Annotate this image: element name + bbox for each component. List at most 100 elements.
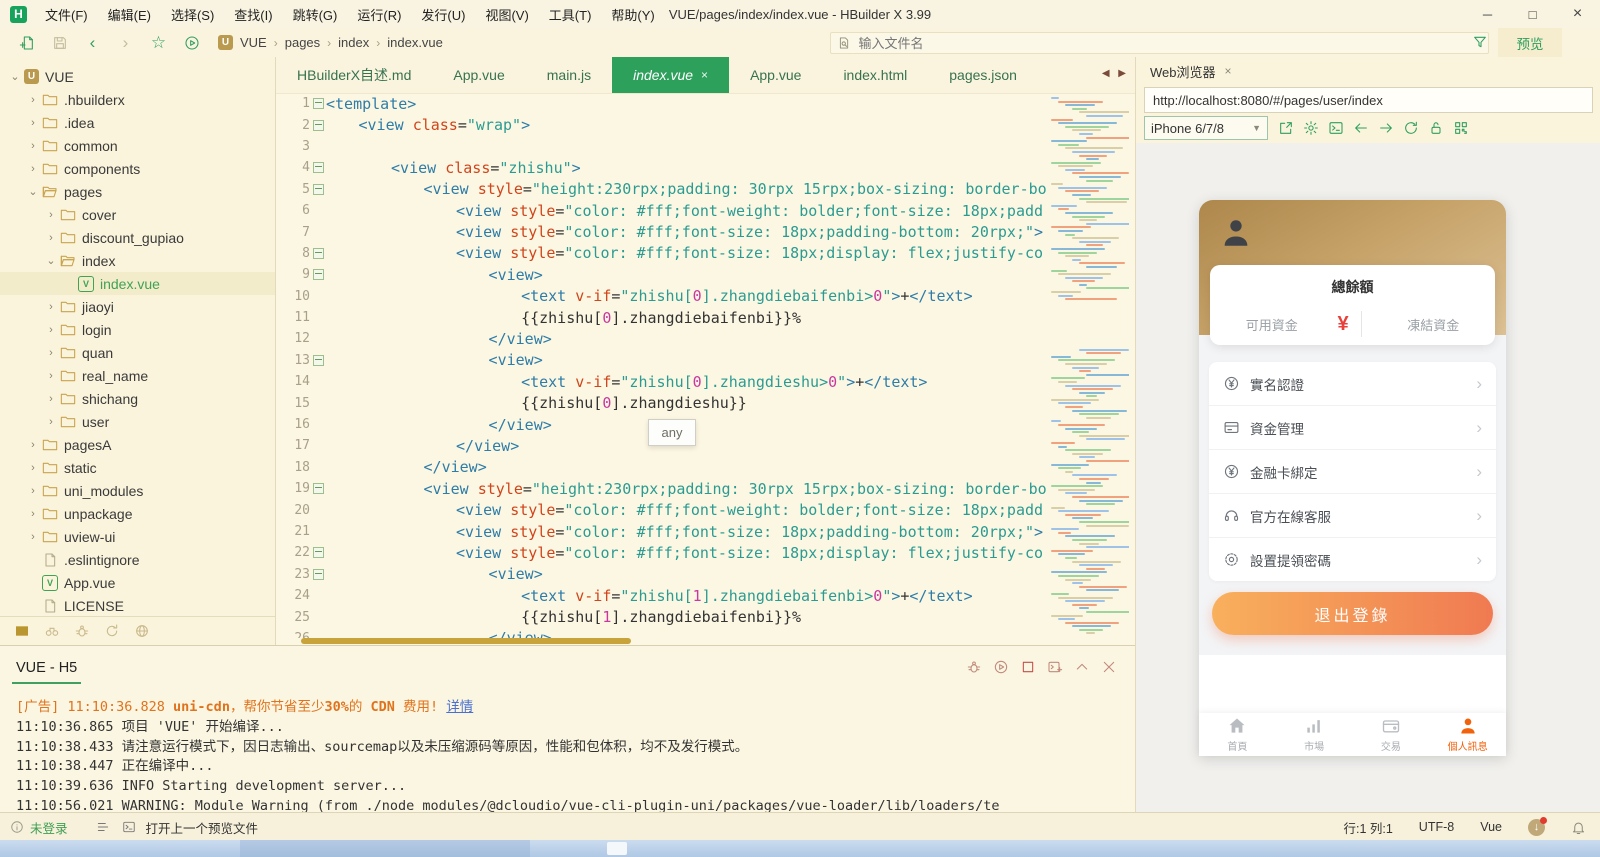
unlock-icon[interactable] [1428, 119, 1444, 137]
close-tab-icon[interactable]: × [701, 68, 708, 82]
encoding[interactable]: UTF-8 [1419, 820, 1454, 834]
tree-item-login[interactable]: ›login [0, 318, 275, 341]
chevron-right-icon[interactable]: › [44, 416, 58, 428]
chevron-right-icon[interactable]: › [44, 393, 58, 405]
tree-item-index[interactable]: ⌄index [0, 249, 275, 272]
chevron-right-icon[interactable]: › [26, 508, 40, 520]
arrow-left-icon[interactable] [1353, 119, 1369, 137]
url-bar[interactable]: http://localhost:8080/#/pages/user/index [1144, 87, 1593, 113]
editor-tab-main.js[interactable]: main.js [526, 57, 612, 93]
search-input[interactable] [856, 35, 1482, 52]
close-browser-tab-icon[interactable]: × [1225, 64, 1232, 78]
menu-item[interactable]: 选择(S) [161, 5, 224, 24]
fold-toggle-icon[interactable] [313, 248, 324, 259]
cursor-position[interactable]: 行:1 列:1 [1343, 818, 1392, 837]
star-icon[interactable]: ☆ [142, 34, 175, 51]
open-previous-preview[interactable]: 打开上一个预览文件 [146, 818, 259, 837]
tree-item-unpackage[interactable]: ›unpackage [0, 502, 275, 525]
tree-item-VUE[interactable]: ⌄UVUE [0, 65, 275, 88]
menu-item-金融卡綁定[interactable]: 金融卡綁定› [1209, 450, 1496, 494]
menu-item-實名認證[interactable]: 實名認證› [1209, 362, 1496, 406]
menu-item[interactable]: 跳转(G) [283, 5, 348, 24]
bug-icon[interactable] [966, 658, 982, 676]
chevron-right-icon[interactable]: › [26, 140, 40, 152]
download-update-icon[interactable]: ↓ [1528, 819, 1545, 836]
tree-item-App.vue[interactable]: VApp.vue [0, 571, 275, 594]
back-icon[interactable]: ‹ [76, 34, 109, 51]
file-type[interactable]: Vue [1480, 820, 1502, 834]
tree-item-shichang[interactable]: ›shichang [0, 387, 275, 410]
fold-toggle-icon[interactable] [313, 98, 324, 109]
tree-item-uview-ui[interactable]: ›uview-ui [0, 525, 275, 548]
editor-tab-index.html[interactable]: index.html [822, 57, 928, 93]
menu-item-資金管理[interactable]: 資金管理› [1209, 406, 1496, 450]
close-icon[interactable] [1101, 658, 1117, 676]
list-icon[interactable] [96, 820, 110, 834]
details-link[interactable]: 详情 [446, 699, 473, 715]
tree-item-.idea[interactable]: ›.idea [0, 111, 275, 134]
tree-item-common[interactable]: ›common [0, 134, 275, 157]
tree-item-pagesA[interactable]: ›pagesA [0, 433, 275, 456]
tree-item-index.vue[interactable]: Vindex.vue [0, 272, 275, 295]
device-select[interactable]: iPhone 6/7/8▼ [1144, 116, 1268, 140]
tree-item-real_name[interactable]: ›real_name [0, 364, 275, 387]
fold-toggle-icon[interactable] [313, 120, 324, 131]
chevron-right-icon[interactable]: › [44, 301, 58, 313]
browser-tab[interactable]: Web浏览器 × [1150, 62, 1232, 81]
chevron-right-icon[interactable]: › [26, 531, 40, 543]
tree-item-pages[interactable]: ⌄pages [0, 180, 275, 203]
sync-icon[interactable] [104, 622, 120, 640]
logout-button[interactable]: 退出登錄 [1212, 592, 1493, 635]
fold-toggle-icon[interactable] [313, 547, 324, 558]
code-area[interactable]: 1<template>2<view class="wrap">34<view c… [276, 93, 1135, 638]
menu-item[interactable]: 查找(I) [224, 5, 282, 24]
tree-item-jiaoyi[interactable]: ›jiaoyi [0, 295, 275, 318]
binoculars-icon[interactable] [44, 622, 60, 640]
menu-item[interactable]: 视图(V) [475, 5, 538, 24]
menu-item[interactable]: 运行(R) [347, 5, 411, 24]
refresh-icon[interactable] [1403, 119, 1419, 137]
editor-tab-App.vue[interactable]: App.vue [729, 57, 822, 93]
external-window-icon[interactable] [1278, 119, 1294, 137]
save-icon[interactable] [43, 34, 76, 51]
chevron-right-icon[interactable]: › [26, 117, 40, 129]
run-icon[interactable] [175, 34, 208, 51]
menu-item[interactable]: 帮助(Y) [601, 5, 664, 24]
tree-item-.hbuilderx[interactable]: ›.hbuilderx [0, 88, 275, 111]
terminal-icon[interactable] [1328, 119, 1344, 137]
editor-tab-pages.json[interactable]: pages.json [928, 57, 1038, 93]
chevron-down-icon[interactable]: ⌄ [26, 185, 40, 198]
tabbar-item-交易[interactable]: 交易 [1353, 713, 1430, 756]
filter-icon[interactable] [1472, 33, 1488, 50]
bug-icon[interactable] [74, 622, 90, 640]
chevron-down-icon[interactable]: ⌄ [44, 254, 58, 267]
menu-item[interactable]: 发行(U) [411, 5, 475, 24]
chevron-right-icon[interactable]: › [44, 370, 58, 382]
chevron-right-icon[interactable]: › [44, 324, 58, 336]
qrcode-icon[interactable] [1453, 119, 1469, 137]
tabbar-item-個人訊息[interactable]: 個人訊息 [1429, 713, 1506, 756]
maximize-button[interactable]: □ [1510, 7, 1555, 22]
minimize-button[interactable]: ─ [1465, 7, 1510, 22]
fold-toggle-icon[interactable] [313, 355, 324, 366]
menu-item-設置提領密碼[interactable]: 設置提領密碼› [1209, 538, 1496, 581]
console-tab[interactable]: VUE - H5 [16, 660, 77, 676]
editor-tab-HBuilderX自述.md[interactable]: HBuilderX自述.md [276, 57, 432, 93]
fold-toggle-icon[interactable] [313, 483, 324, 494]
tree-item-static[interactable]: ›static [0, 456, 275, 479]
tabbar-item-首頁[interactable]: 首頁 [1199, 713, 1276, 756]
menu-item[interactable]: 编辑(E) [98, 5, 161, 24]
stop-icon[interactable] [1020, 658, 1036, 676]
fold-toggle-icon[interactable] [313, 569, 324, 580]
new-file-icon[interactable] [10, 34, 43, 51]
terminal-icon[interactable] [122, 820, 136, 834]
chevron-right-icon[interactable]: › [26, 462, 40, 474]
tree-item-cover[interactable]: ›cover [0, 203, 275, 226]
chevron-right-icon[interactable]: › [44, 347, 58, 359]
chevron-right-icon[interactable]: › [26, 163, 40, 175]
avatar-icon[interactable] [1219, 216, 1253, 250]
editor-tab-index.vue[interactable]: index.vue× [612, 57, 729, 93]
tree-item-discount_gupiao[interactable]: ›discount_gupiao [0, 226, 275, 249]
tree-item-.eslintignore[interactable]: .eslintignore [0, 548, 275, 571]
breadcrumb-item[interactable]: index.vue [387, 35, 443, 50]
